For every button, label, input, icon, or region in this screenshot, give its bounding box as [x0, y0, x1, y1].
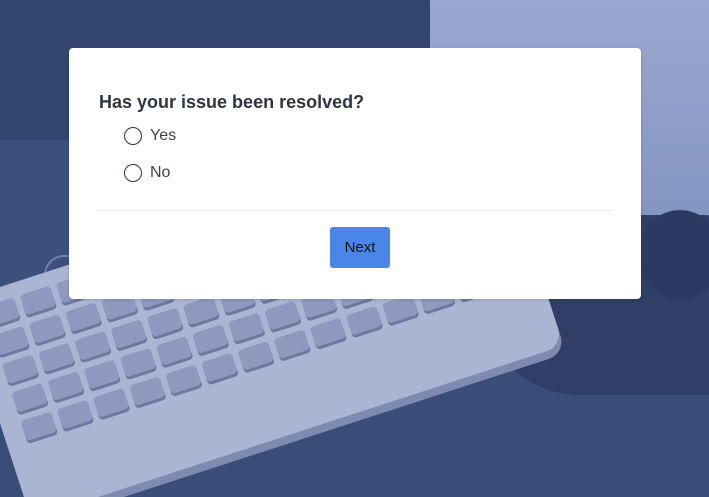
option-yes[interactable]: Yes — [124, 127, 176, 145]
keyboard-key — [19, 285, 58, 319]
option-no-label: No — [150, 164, 171, 181]
keyboard-key — [92, 387, 131, 421]
keyboard-key — [0, 297, 22, 330]
divider — [99, 210, 611, 211]
keyboard-key — [128, 376, 167, 409]
option-no[interactable]: No — [124, 164, 170, 182]
keyboard-key — [264, 300, 302, 334]
keyboard-key — [273, 329, 312, 362]
next-button[interactable]: Next — [330, 227, 390, 268]
keyboard-key — [38, 342, 76, 376]
survey-dialog: Has your issue been resolved? Yes No Nex… — [69, 48, 641, 299]
keyboard-key — [83, 359, 122, 393]
option-yes-label: Yes — [150, 127, 177, 144]
keyboard-key — [182, 295, 221, 329]
keyboard-key — [0, 325, 31, 359]
keyboard-key — [47, 371, 86, 404]
keyboard-key — [309, 317, 348, 351]
keyboard-key — [237, 340, 276, 374]
keyboard-key — [110, 319, 149, 352]
keyboard-key — [64, 302, 103, 336]
keyboard-key — [119, 347, 158, 381]
keyboard-key — [191, 324, 230, 357]
keyboard-key — [164, 364, 203, 398]
background-mouse — [640, 210, 709, 300]
keyboard-key — [146, 307, 185, 341]
keyboard-key — [11, 382, 50, 416]
radio-no[interactable] — [124, 164, 142, 182]
survey-question: Has your issue been resolved? — [99, 92, 365, 112]
keyboard-key — [345, 305, 384, 339]
radio-yes[interactable] — [124, 127, 142, 145]
keyboard-key — [28, 314, 67, 347]
keyboard-key — [227, 312, 266, 346]
keyboard-key — [56, 399, 95, 433]
keyboard-key — [1, 354, 40, 388]
keyboard-key — [155, 335, 194, 369]
keyboard-key — [201, 352, 239, 386]
keyboard-key — [20, 411, 59, 445]
keyboard-key — [74, 330, 113, 364]
